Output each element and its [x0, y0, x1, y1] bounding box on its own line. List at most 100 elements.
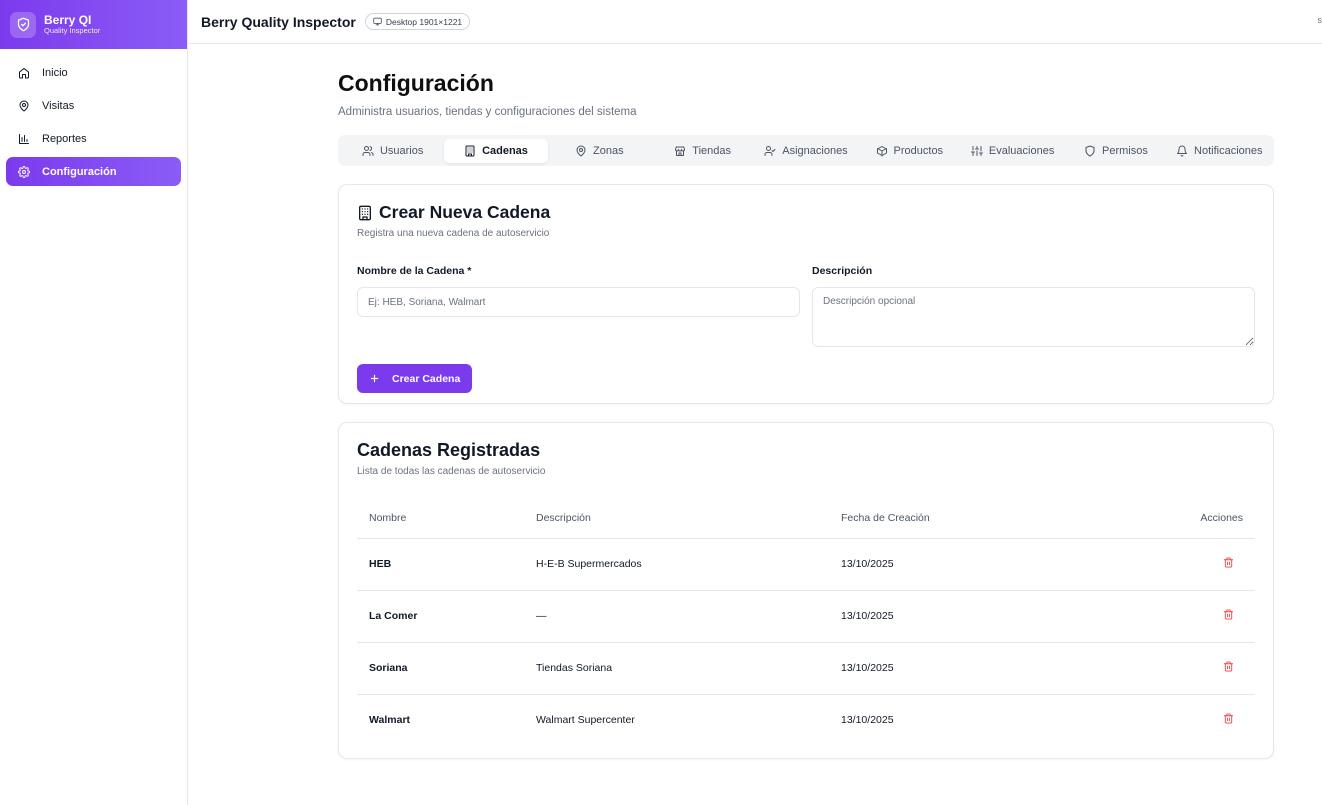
actions-cell — [1096, 538, 1255, 591]
description-textarea[interactable] — [812, 287, 1255, 347]
actions-cell — [1096, 642, 1255, 695]
chain-description-cell: — — [524, 590, 829, 643]
create-chain-subtitle: Registra una nueva cadena de autoservici… — [357, 228, 550, 239]
actions-cell — [1096, 590, 1255, 643]
chain-description-cell: Tiendas Soriana — [524, 642, 829, 695]
tab-label: Productos — [893, 144, 944, 157]
main-content: Configuración Administra usuarios, tiend… — [338, 44, 1274, 759]
table-row: HEB H-E-B Supermercados 13/10/2025 — [357, 538, 1255, 591]
tab-label: Evaluaciones — [988, 144, 1055, 157]
chain-date-cell: 13/10/2025 — [829, 642, 1097, 695]
description-field: Descripción — [812, 261, 1255, 352]
tab-evaluaciones[interactable]: Evaluaciones — [961, 139, 1064, 163]
building-icon — [359, 205, 371, 220]
building-icon — [465, 145, 475, 156]
trash-icon[interactable] — [1223, 661, 1234, 672]
chains-table: Nombre Descripción Fecha de Creación Acc… — [357, 499, 1255, 746]
trash-icon[interactable] — [1223, 713, 1234, 724]
tab-label: Cadenas — [482, 144, 528, 157]
card-title-text: Crear Nueva Cadena — [379, 202, 551, 222]
column-header-acciones: Acciones — [1096, 499, 1255, 539]
tab-label: Usuarios — [379, 144, 424, 157]
sidebar-item-reportes[interactable]: Reportes — [6, 124, 181, 153]
form-row: Nombre de la Cadena * Descripción — [357, 261, 1255, 352]
chain-name-field: Nombre de la Cadena * — [357, 261, 800, 352]
table-row: La Comer — 13/10/2025 — [357, 590, 1255, 643]
tab-label: Permisos — [1102, 144, 1148, 157]
table-header-row: Nombre Descripción Fecha de Creación Acc… — [357, 499, 1255, 539]
chains-list-title: Cadenas Registradas — [357, 440, 541, 460]
package-icon — [876, 145, 887, 156]
top-right-text: s — [1317, 15, 1322, 25]
app-title: Berry Quality Inspector — [201, 13, 356, 30]
tab-productos[interactable]: Productos — [858, 139, 961, 163]
device-badge[interactable]: Desktop 1901×1221 — [364, 13, 471, 30]
table-row: Soriana Tiendas Soriana 13/10/2025 — [357, 642, 1255, 695]
chain-name-cell: HEB — [357, 538, 524, 591]
chains-list-card: Cadenas Registradas Lista de todas las c… — [338, 422, 1274, 759]
sidebar-item-label: Configuración — [42, 165, 117, 178]
chains-list-subtitle: Lista de todas las cadenas de autoservic… — [357, 466, 546, 477]
tab-label: Tiendas — [692, 144, 732, 157]
tab-label: Asignaciones — [782, 144, 848, 157]
chain-name-label: Nombre de la Cadena * — [357, 265, 472, 277]
column-header-nombre: Nombre — [357, 499, 524, 539]
tab-label: Zonas — [593, 144, 624, 157]
tab-cadenas[interactable]: Cadenas — [444, 138, 548, 163]
settings-icon — [18, 165, 30, 178]
sidebar-item-inicio[interactable]: Inicio — [6, 58, 181, 87]
bell-icon — [1177, 145, 1188, 157]
trash-icon[interactable] — [1223, 557, 1234, 568]
chain-name-cell: La Comer — [357, 590, 524, 643]
column-header-fecha: Fecha de Creación — [829, 499, 1097, 539]
chain-date-cell: 13/10/2025 — [841, 714, 894, 727]
map-pin-icon — [576, 145, 586, 156]
sidebar: Berry QI Quality Inspector Inicio Visita… — [0, 0, 188, 805]
tab-usuarios[interactable]: Usuarios — [341, 139, 444, 163]
sidebar-item-label: Reportes — [42, 132, 87, 145]
user-check-icon — [764, 145, 776, 156]
brand-header: Berry QI Quality Inspector — [0, 0, 187, 49]
home-icon — [19, 67, 29, 78]
description-label: Descripción — [812, 265, 873, 277]
chain-date-cell: 13/10/2025 — [829, 590, 1097, 643]
actions-cell — [1097, 694, 1255, 746]
tab-asignaciones[interactable]: Asignaciones — [754, 139, 857, 163]
tab-notificaciones[interactable]: Notificaciones — [1168, 139, 1271, 163]
create-chain-button[interactable]: Crear Cadena — [357, 364, 473, 393]
monitor-icon — [373, 17, 382, 26]
page-title: Configuración — [338, 70, 494, 96]
sliders-icon — [970, 145, 983, 156]
chain-date-cell: 13/10/2025 — [829, 538, 1097, 591]
trash-icon[interactable] — [1223, 609, 1234, 620]
button-label: Crear Cadena — [392, 372, 461, 385]
chain-name-cell: Walmart — [369, 714, 411, 727]
create-chain-title: Crear Nueva Cadena — [357, 202, 1255, 223]
tab-permisos[interactable]: Permisos — [1064, 139, 1167, 163]
settings-tabs: Usuarios Cadenas Zonas Tiendas Asignacio… — [338, 135, 1274, 166]
map-pin-icon — [19, 100, 29, 111]
chain-name-cell: Soriana — [357, 642, 524, 695]
tab-label: Notificaciones — [1194, 144, 1263, 157]
users-icon — [362, 145, 374, 156]
tab-zonas[interactable]: Zonas — [548, 139, 651, 163]
create-chain-card: Crear Nueva Cadena Registra una nueva ca… — [338, 184, 1274, 404]
brand-subtitle: Quality Inspector — [44, 25, 101, 35]
tab-tiendas[interactable]: Tiendas — [651, 139, 754, 163]
top-bar: Berry Quality Inspector Desktop 1901×122… — [188, 0, 1322, 44]
page-subtitle: Administra usuarios, tiendas y configura… — [338, 106, 637, 118]
chain-description-cell: H-E-B Supermercados — [524, 538, 829, 591]
sidebar-nav: Inicio Visitas Reportes Configuración — [0, 49, 187, 195]
table-row: Walmart Walmart Supercenter 13/10/2025 — [357, 694, 1255, 746]
shield-icon — [1085, 145, 1095, 156]
chain-name-input[interactable] — [357, 287, 800, 317]
sidebar-item-label: Visitas — [42, 99, 75, 112]
chain-description-cell: Walmart Supercenter — [536, 714, 635, 727]
column-header-descripcion: Descripción — [524, 499, 829, 539]
plus-icon — [370, 374, 379, 383]
sidebar-item-visitas[interactable]: Visitas — [6, 91, 181, 120]
store-icon — [675, 146, 686, 156]
sidebar-item-configuracion[interactable]: Configuración — [6, 157, 181, 186]
shield-check-logo-icon — [10, 11, 36, 38]
sidebar-item-label: Inicio — [42, 66, 68, 79]
